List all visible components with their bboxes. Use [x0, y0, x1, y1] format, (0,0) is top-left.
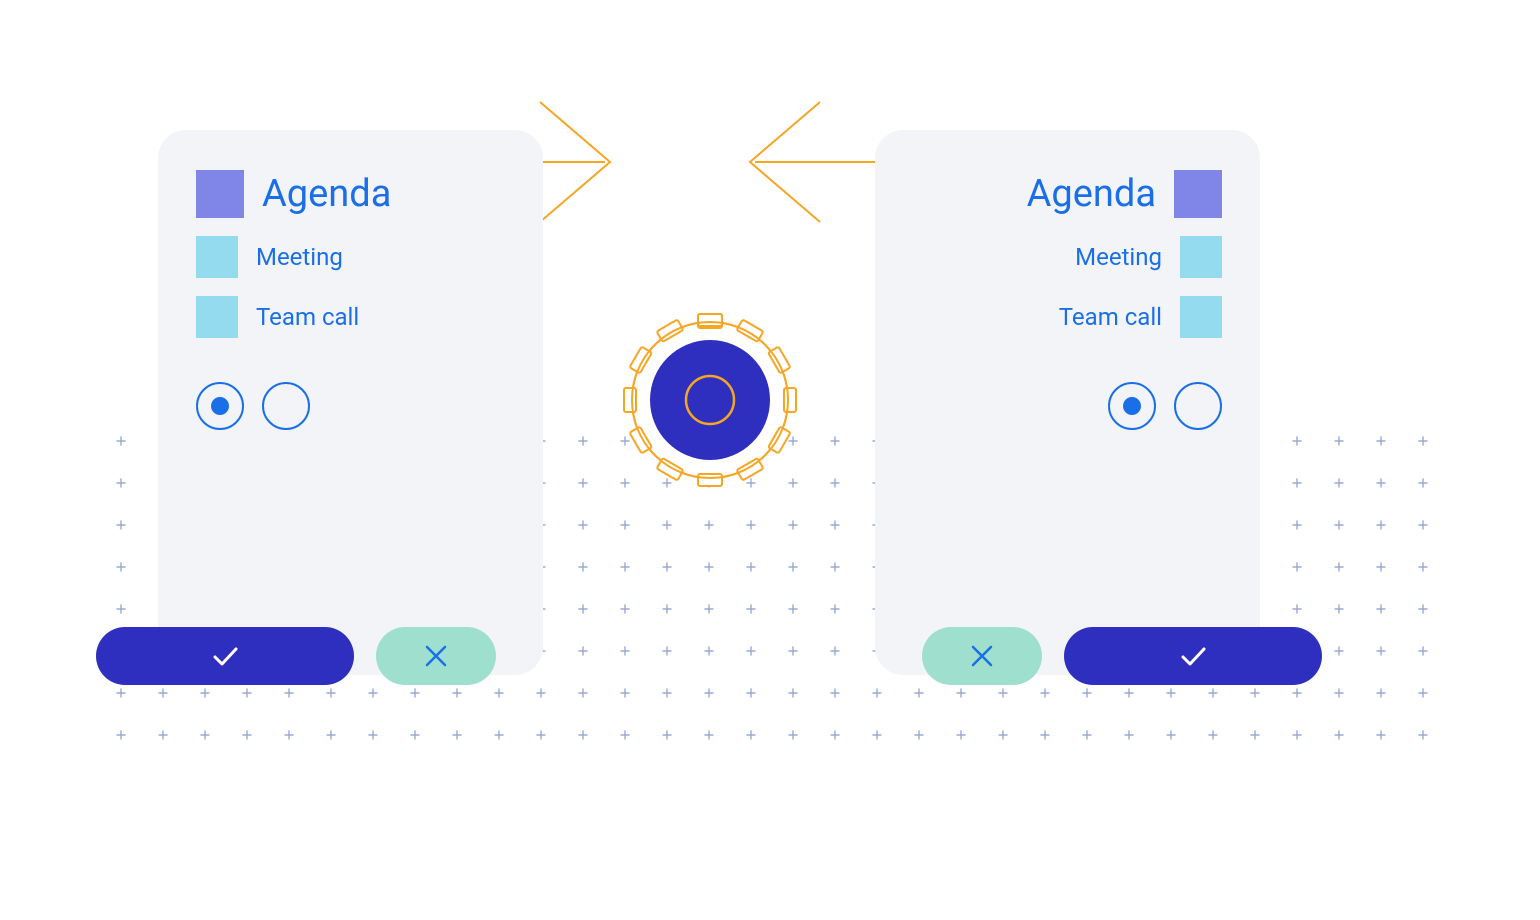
gear-icon: [620, 310, 800, 490]
radio-option-selected[interactable]: [196, 382, 244, 430]
action-bar: [922, 627, 1322, 685]
action-bar: [96, 627, 496, 685]
check-icon: [1176, 639, 1210, 673]
radio-group: [913, 382, 1222, 430]
check-icon: [208, 639, 242, 673]
cancel-button[interactable]: [376, 627, 496, 685]
heading-row: Agenda: [196, 170, 505, 218]
item-color-swatch: [1180, 296, 1222, 338]
heading-color-swatch: [196, 170, 244, 218]
heading-color-swatch: [1174, 170, 1222, 218]
confirm-button[interactable]: [96, 627, 354, 685]
cancel-button[interactable]: [922, 627, 1042, 685]
radio-group: [196, 382, 505, 430]
ltr-card: Agenda Meeting Team call: [158, 130, 543, 675]
diagram-stage: Agenda Meeting Team call: [0, 0, 1540, 920]
list-item: Team call: [196, 296, 505, 338]
list-item: Meeting: [196, 236, 505, 278]
list-item-label: Team call: [256, 303, 359, 331]
x-icon: [422, 642, 450, 670]
list-item-label: Meeting: [1075, 243, 1162, 271]
list-item-label: Team call: [1059, 303, 1162, 331]
card-heading: Agenda: [262, 172, 391, 216]
x-icon: [968, 642, 996, 670]
list-item: Meeting: [913, 236, 1222, 278]
list-item-label: Meeting: [256, 243, 343, 271]
confirm-button[interactable]: [1064, 627, 1322, 685]
radio-option[interactable]: [1174, 382, 1222, 430]
heading-row: Agenda: [913, 170, 1222, 218]
card-heading: Agenda: [1027, 172, 1156, 216]
list-item: Team call: [913, 296, 1222, 338]
rtl-card: Agenda Meeting Team call: [875, 130, 1260, 675]
item-color-swatch: [196, 236, 238, 278]
radio-option-selected[interactable]: [1108, 382, 1156, 430]
radio-option[interactable]: [262, 382, 310, 430]
item-color-swatch: [1180, 236, 1222, 278]
item-color-swatch: [196, 296, 238, 338]
